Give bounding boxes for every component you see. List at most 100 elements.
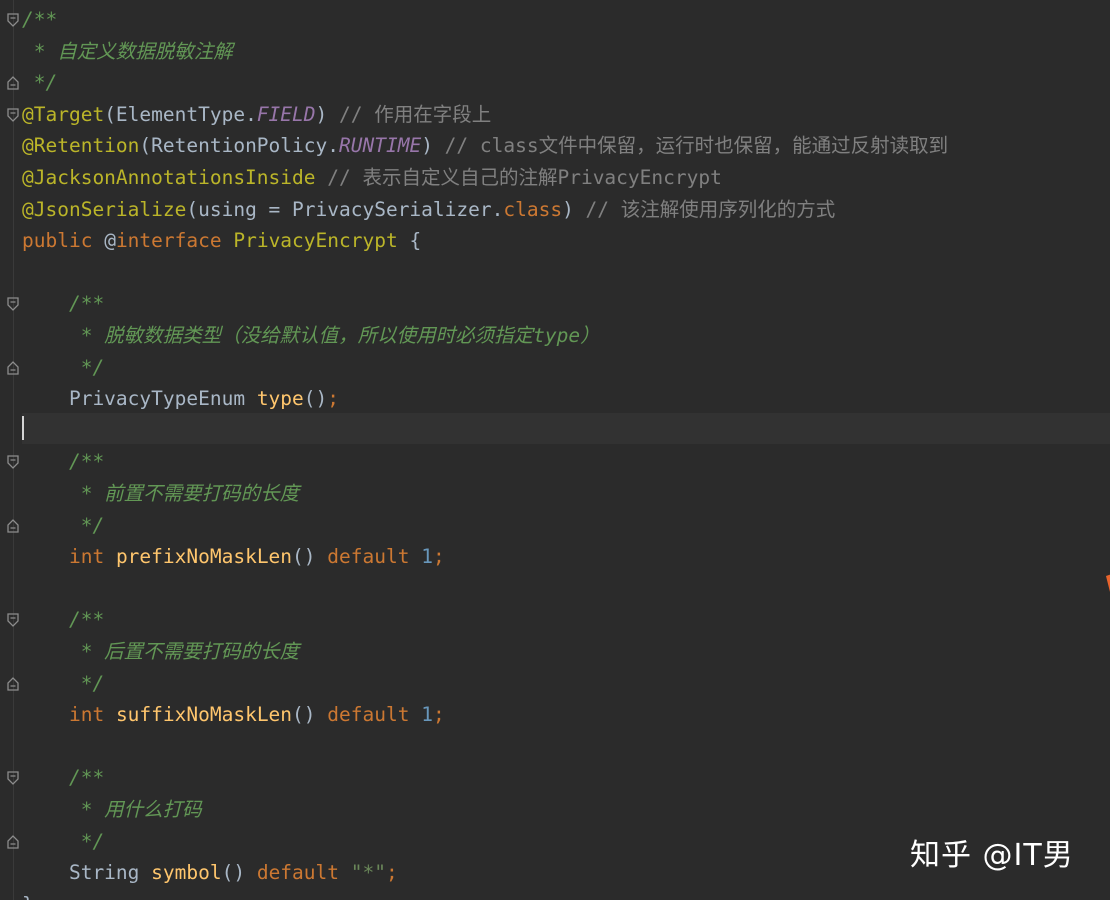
- code-line[interactable]: */: [22, 67, 58, 99]
- code-token: ): [562, 197, 586, 221]
- code-token: // 作用在字段上: [339, 102, 492, 126]
- code-token: 1: [421, 703, 433, 727]
- code-token: ): [315, 102, 339, 126]
- text-caret: [22, 416, 24, 440]
- code-line[interactable]: */: [22, 826, 105, 858]
- editor-gutter: [0, 0, 22, 900]
- code-token: default: [256, 861, 351, 885]
- code-editor[interactable]: /** * 自定义数据脱敏注解 */ @Target(ElementType.FI…: [0, 0, 1110, 900]
- code-token: (): [292, 703, 328, 727]
- current-line-highlight: [22, 413, 1110, 444]
- code-token: */: [22, 71, 58, 95]
- code-token: ;: [385, 861, 398, 885]
- code-line[interactable]: public @interface PrivacyEncrypt {: [22, 225, 421, 257]
- code-token: * 脱敏数据类型（没给默认值，所以使用时必须指定type）: [22, 324, 600, 347]
- code-token: ): [421, 134, 445, 158]
- fold-close-icon[interactable]: [7, 360, 19, 375]
- code-line[interactable]: int prefixNoMaskLen() default 1;: [22, 541, 445, 573]
- edge-marker-icon: [1106, 574, 1110, 592]
- fold-open-icon[interactable]: [7, 455, 19, 470]
- code-token: RUNTIME: [339, 134, 422, 158]
- code-line[interactable]: /**: [22, 4, 57, 36]
- code-line[interactable]: @JsonSerialize(using = PrivacySerializer…: [22, 194, 835, 226]
- code-token: String: [22, 861, 152, 885]
- code-token: /**: [22, 8, 58, 31]
- code-token: ;: [432, 545, 445, 569]
- code-line[interactable]: * 脱敏数据类型（没给默认值，所以使用时必须指定type）: [22, 320, 600, 352]
- code-token: int: [68, 545, 116, 569]
- code-line[interactable]: @Retention(RetentionPolicy.RUNTIME) // c…: [22, 130, 948, 162]
- code-line[interactable]: /**: [22, 762, 104, 794]
- code-token: interface: [115, 229, 234, 253]
- fold-open-icon[interactable]: [7, 108, 19, 122]
- code-token: @JsonSerialize: [22, 197, 187, 221]
- code-token: ;: [432, 703, 445, 727]
- code-line[interactable]: */: [22, 510, 105, 542]
- code-token: */: [22, 829, 105, 853]
- code-line[interactable]: * 前置不需要打码的长度: [22, 478, 300, 510]
- code-token: @: [104, 229, 116, 253]
- code-token: // 该注解使用序列化的方式: [585, 197, 836, 221]
- code-token: (): [292, 545, 328, 569]
- code-token: PrivacyEncrypt: [233, 229, 398, 253]
- zhihu-watermark: 知乎 @IT男: [910, 838, 1074, 873]
- code-token: * 前置不需要打码的长度: [22, 482, 300, 505]
- code-token: (): [303, 387, 328, 411]
- code-token: {: [397, 229, 422, 253]
- code-line[interactable]: * 后置不需要打码的长度: [22, 636, 300, 668]
- code-line[interactable]: }: [22, 889, 34, 900]
- gutter-divider: [13, 0, 14, 900]
- fold-close-icon[interactable]: [7, 76, 19, 90]
- code-token: class: [503, 197, 563, 221]
- code-line[interactable]: String symbol() default "*";: [22, 857, 398, 889]
- code-line[interactable]: @JacksonAnnotationsInside // 表示自定义自己的注解P…: [22, 162, 722, 194]
- fold-open-icon[interactable]: [7, 297, 19, 312]
- code-token: @JacksonAnnotationsInside: [22, 166, 316, 189]
- code-token: @Retention: [22, 134, 140, 158]
- code-token: symbol: [151, 861, 222, 885]
- code-token: */: [22, 671, 105, 695]
- code-line[interactable]: /**: [22, 446, 104, 478]
- code-token: ;: [327, 387, 340, 411]
- code-token: // class文件中保留，运行时也保留，能通过反射读取到: [444, 134, 949, 158]
- code-token: suffixNoMaskLen: [115, 703, 293, 727]
- code-token: int: [68, 703, 116, 727]
- code-token: default: [327, 545, 422, 569]
- code-line[interactable]: * 自定义数据脱敏注解: [22, 36, 233, 68]
- fold-close-icon[interactable]: [7, 676, 19, 691]
- code-line[interactable]: @Target(ElementType.FIELD) // 作用在字段上: [22, 99, 491, 131]
- code-token: */: [22, 355, 105, 379]
- code-token: /**: [22, 766, 105, 790]
- code-token: * 自定义数据脱敏注解: [22, 39, 233, 63]
- code-token: // 表示自定义自己的注解PrivacyEncrypt: [327, 166, 722, 189]
- code-token: (using = PrivacySerializer.: [186, 197, 504, 221]
- code-line[interactable]: */: [22, 668, 105, 700]
- code-token: type: [256, 387, 304, 411]
- code-token: "*": [350, 861, 386, 885]
- fold-close-icon[interactable]: [7, 834, 19, 849]
- code-token: * 用什么打码: [22, 798, 202, 821]
- code-token: default: [327, 703, 422, 727]
- fold-open-icon[interactable]: [7, 13, 19, 27]
- fold-close-icon[interactable]: [7, 518, 19, 533]
- code-token: 1: [421, 545, 433, 569]
- code-line[interactable]: PrivacyTypeEnum type();: [22, 383, 339, 415]
- code-line[interactable]: */: [22, 352, 105, 384]
- code-token: }: [22, 893, 34, 900]
- code-token: @Target: [22, 102, 105, 126]
- code-token: public: [22, 229, 105, 253]
- code-token: FIELD: [256, 102, 316, 126]
- code-token: (): [221, 861, 257, 885]
- fold-open-icon[interactable]: [7, 771, 19, 786]
- code-line[interactable]: * 用什么打码: [22, 794, 202, 826]
- code-line[interactable]: /**: [22, 604, 104, 636]
- code-line[interactable]: int suffixNoMaskLen() default 1;: [22, 699, 445, 731]
- fold-open-icon[interactable]: [7, 613, 19, 628]
- code-token: * 后置不需要打码的长度: [22, 640, 300, 663]
- code-line[interactable]: /**: [22, 288, 104, 320]
- code-token: prefixNoMaskLen: [115, 545, 293, 569]
- code-token: (RetentionPolicy.: [139, 134, 339, 158]
